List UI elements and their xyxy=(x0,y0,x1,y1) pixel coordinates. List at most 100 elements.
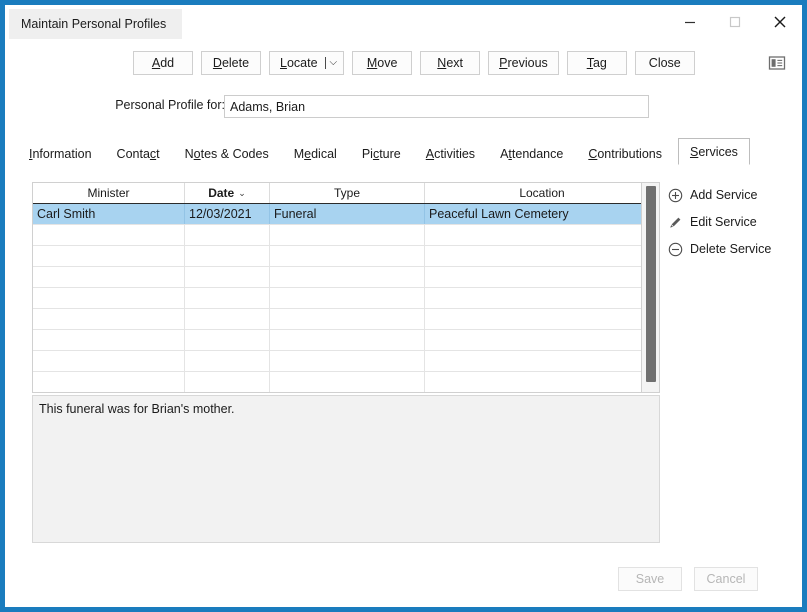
table-cell-type xyxy=(270,351,425,371)
table-cell-minister xyxy=(33,225,185,245)
table-cell-date xyxy=(185,330,270,350)
locate-split-button[interactable]: Locate ⌵ xyxy=(269,51,345,75)
table-cell-date xyxy=(185,288,270,308)
tab-information[interactable]: Information xyxy=(17,142,104,165)
table-cell-minister xyxy=(33,372,185,392)
grid-scrollbar-thumb[interactable] xyxy=(646,186,656,382)
tab-activities[interactable]: Activities xyxy=(413,142,488,165)
profile-name-input[interactable] xyxy=(224,95,649,118)
window-title-tab[interactable]: Maintain Personal Profiles xyxy=(9,9,183,39)
table-cell-date xyxy=(185,225,270,245)
table-cell-location xyxy=(425,351,659,371)
table-row[interactable] xyxy=(33,372,659,392)
tab-picture[interactable]: Picture xyxy=(349,142,413,165)
table-cell-minister xyxy=(33,267,185,287)
delete-service-label: Delete Service xyxy=(690,242,772,256)
add-service-action[interactable]: Add Service xyxy=(667,185,797,205)
window-frame: Maintain Personal Profiles Add Delete Lo… xyxy=(0,0,807,612)
table-cell-date xyxy=(185,246,270,266)
window-title: Maintain Personal Profiles xyxy=(21,17,167,31)
table-cell-location xyxy=(425,309,659,329)
column-header-type-label: Type xyxy=(333,186,360,200)
save-button[interactable]: Save xyxy=(618,567,682,591)
table-row[interactable] xyxy=(33,267,659,288)
circle-minus-icon xyxy=(667,241,684,258)
column-header-date[interactable]: Date ⌄ xyxy=(185,183,270,203)
table-row[interactable]: Carl Smith 12/03/2021 Funeral Peaceful Lawn… xyxy=(33,204,659,225)
tab-contributions[interactable]: Contributions xyxy=(576,142,674,165)
table-cell-type xyxy=(270,288,425,308)
table-cell-minister: Carl Smith xyxy=(33,204,185,224)
sort-descending-icon: ⌄ xyxy=(238,187,246,198)
table-cell-location: Peaceful Lawn Cemetery xyxy=(429,207,569,221)
pencil-icon xyxy=(667,214,684,231)
tab-services[interactable]: Services xyxy=(677,138,750,165)
table-cell-location xyxy=(425,330,659,350)
table-cell-type xyxy=(270,246,425,266)
table-cell-type xyxy=(270,225,425,245)
table-cell-location xyxy=(425,288,659,308)
profile-row: Personal Profile for: xyxy=(5,95,802,121)
toolbar-button-group: Add Delete Locate ⌵ Move Next Previous T… xyxy=(133,51,703,75)
window-inner: Maintain Personal Profiles Add Delete Lo… xyxy=(5,5,802,607)
table-cell-location xyxy=(425,225,659,245)
grid-body: Carl Smith 12/03/2021 Funeral Peaceful Lawn… xyxy=(33,204,659,392)
tab-attendance[interactable]: Attendance xyxy=(488,142,576,165)
minimize-icon xyxy=(684,16,696,28)
delete-service-action[interactable]: Delete Service xyxy=(667,239,797,259)
table-row[interactable] xyxy=(33,351,659,372)
close-button[interactable] xyxy=(757,5,802,39)
app-root: Maintain Personal Profiles Add Delete Lo… xyxy=(0,0,807,612)
close-icon xyxy=(773,15,787,29)
edit-service-label: Edit Service xyxy=(690,215,757,229)
edit-service-action[interactable]: Edit Service xyxy=(667,212,797,232)
column-header-minister[interactable]: Minister xyxy=(33,183,185,203)
profile-label: Personal Profile for: xyxy=(115,98,225,112)
delete-button[interactable]: Delete xyxy=(201,51,261,75)
column-header-location-label: Location xyxy=(519,186,565,200)
service-notes-textarea[interactable]: This funeral was for Brian's mother. xyxy=(32,395,660,543)
grid-header-row: Minister Date ⌄ Type Location xyxy=(33,183,659,204)
toolbar: Add Delete Locate ⌵ Move Next Previous T… xyxy=(5,43,802,83)
table-row[interactable] xyxy=(33,309,659,330)
table-cell-minister xyxy=(33,330,185,350)
column-header-minister-label: Minister xyxy=(87,186,130,200)
table-cell-location xyxy=(425,372,659,392)
tab-strip: Information Contact Notes & Codes Medica… xyxy=(17,138,790,165)
maximize-button[interactable] xyxy=(712,5,757,39)
table-cell-date xyxy=(185,351,270,371)
previous-button[interactable]: Previous xyxy=(488,51,559,75)
column-header-location[interactable]: Location xyxy=(425,183,659,203)
panel-layout-icon[interactable] xyxy=(766,52,788,74)
move-button[interactable]: Move xyxy=(352,51,413,75)
maximize-icon xyxy=(729,16,741,28)
window-controls xyxy=(667,5,802,39)
table-row[interactable] xyxy=(33,288,659,309)
close-toolbar-button[interactable]: Close xyxy=(634,51,695,75)
grid-vertical-scrollbar[interactable] xyxy=(641,182,660,393)
cancel-button[interactable]: Cancel xyxy=(694,567,758,591)
table-cell-date xyxy=(185,267,270,287)
table-cell-type xyxy=(270,372,425,392)
add-service-label: Add Service xyxy=(690,188,758,202)
circle-plus-icon xyxy=(667,187,684,204)
services-grid: Minister Date ⌄ Type Location Carl Smith… xyxy=(32,182,660,393)
tab-notes-codes[interactable]: Notes & Codes xyxy=(172,142,281,165)
add-button[interactable]: Add xyxy=(133,51,193,75)
chevron-down-icon[interactable]: ⌵ xyxy=(330,58,338,68)
tab-contact[interactable]: Contact xyxy=(104,142,172,165)
table-cell-type xyxy=(270,267,425,287)
table-cell-date: 12/03/2021 xyxy=(185,204,270,224)
table-row[interactable] xyxy=(33,330,659,351)
service-actions: Add Service Edit Service Delete Service xyxy=(667,185,797,266)
table-cell-type xyxy=(270,330,425,350)
column-header-type[interactable]: Type xyxy=(270,183,425,203)
table-cell-date xyxy=(185,309,270,329)
tag-button[interactable]: Tag xyxy=(566,51,627,75)
table-cell-date xyxy=(185,372,270,392)
next-button[interactable]: Next xyxy=(420,51,481,75)
table-row[interactable] xyxy=(33,225,659,246)
minimize-button[interactable] xyxy=(667,5,712,39)
tab-medical[interactable]: Medical xyxy=(281,142,349,165)
table-row[interactable] xyxy=(33,246,659,267)
